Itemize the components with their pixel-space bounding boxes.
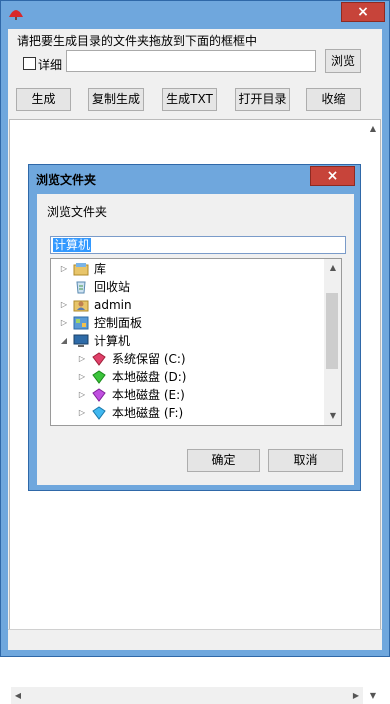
library-icon xyxy=(73,263,89,276)
generate-button[interactable]: 生成 xyxy=(16,88,71,111)
scroll-thumb[interactable] xyxy=(326,293,338,369)
drive-icon xyxy=(92,388,106,402)
tree-item-label: 本地磁盘 (D:) xyxy=(112,370,187,384)
horizontal-scrollbar[interactable]: ◀ ▶ xyxy=(11,687,363,704)
cancel-button[interactable]: 取消 xyxy=(268,449,343,472)
expand-arrow-icon[interactable]: ▷ xyxy=(59,260,69,278)
collapse-arrow-icon[interactable]: ◢ xyxy=(59,332,69,350)
scroll-up-arrow-icon[interactable]: ▲ xyxy=(366,120,380,137)
scroll-right-arrow-icon[interactable]: ▶ xyxy=(349,687,363,704)
expand-arrow-icon[interactable]: ▷ xyxy=(59,296,69,314)
tree-item-label: 本地磁盘 (E:) xyxy=(112,388,185,402)
dialog-description: 浏览文件夹 xyxy=(47,205,108,219)
path-group: 请把要生成目录的文件夹拖放到下面的框框中 详细 浏览 xyxy=(11,32,379,74)
generate-txt-button[interactable]: 生成TXT xyxy=(162,88,217,111)
copy-generate-button[interactable]: 复制生成 xyxy=(88,88,144,111)
scroll-up-arrow-icon[interactable]: ▲ xyxy=(326,259,340,276)
path-input[interactable] xyxy=(66,50,316,72)
dialog-body: 浏览文件夹 计算机 ▷ 库 回收站 ▷ admin ▷ 控制面板 ◢ 计算机 ▷… xyxy=(37,194,354,485)
drive-icon xyxy=(92,406,106,420)
folder-tree[interactable]: ▷ 库 回收站 ▷ admin ▷ 控制面板 ◢ 计算机 ▷ 系统保留 (C:)… xyxy=(50,258,342,426)
title-bar[interactable]: × xyxy=(1,1,389,29)
scroll-down-arrow-icon[interactable]: ▼ xyxy=(366,687,380,704)
drive-icon xyxy=(92,352,106,366)
expand-arrow-icon[interactable]: ▷ xyxy=(59,314,69,332)
tree-item-label: 系统保留 (C:) xyxy=(112,352,186,366)
tree-item-label: 回收站 xyxy=(94,280,131,294)
computer-icon xyxy=(73,334,89,347)
instruction-text: 请把要生成目录的文件夹拖放到下面的框框中 xyxy=(17,32,260,49)
open-directory-button[interactable]: 打开目录 xyxy=(235,88,290,111)
drive-icon xyxy=(92,370,106,384)
scroll-down-arrow-icon[interactable]: ▼ xyxy=(326,407,340,424)
dialog-close-button[interactable]: × xyxy=(310,166,355,186)
collapse-button[interactable]: 收缩 xyxy=(306,88,361,111)
tree-item-label: admin xyxy=(94,298,132,312)
selected-folder-text: 计算机 xyxy=(53,238,92,252)
dialog-title: 浏览文件夹 xyxy=(36,173,97,187)
expand-arrow-icon[interactable]: ▷ xyxy=(77,404,87,422)
tree-item-label: 本地磁盘 (F:) xyxy=(112,406,184,420)
tree-item-label: 库 xyxy=(94,262,107,276)
detail-checkbox[interactable] xyxy=(23,57,36,70)
expand-arrow-icon[interactable]: ▷ xyxy=(77,350,87,368)
tree-vertical-scrollbar[interactable]: ▲ ▼ xyxy=(324,259,341,425)
browse-button[interactable]: 浏览 xyxy=(325,49,361,73)
selected-folder-field[interactable]: 计算机 xyxy=(50,236,346,254)
close-button[interactable]: × xyxy=(341,2,385,22)
expand-arrow-icon[interactable]: ▷ xyxy=(77,368,87,386)
tree-item-label: 控制面板 xyxy=(94,316,143,330)
detail-checkbox-label[interactable]: 详细 xyxy=(38,56,62,73)
ok-button[interactable]: 确定 xyxy=(187,449,260,472)
recycle-bin-icon xyxy=(76,281,86,294)
user-folder-icon xyxy=(73,300,89,312)
tree-item-label: 计算机 xyxy=(94,334,131,348)
control-panel-icon xyxy=(73,316,89,330)
scroll-left-arrow-icon[interactable]: ◀ xyxy=(11,687,25,704)
status-bar xyxy=(8,629,382,650)
browse-folder-dialog: 浏览文件夹 × 浏览文件夹 计算机 ▷ 库 回收站 ▷ admin ▷ 控制面板… xyxy=(28,164,361,491)
expand-arrow-icon[interactable]: ▷ xyxy=(77,386,87,404)
app-icon xyxy=(9,10,23,20)
